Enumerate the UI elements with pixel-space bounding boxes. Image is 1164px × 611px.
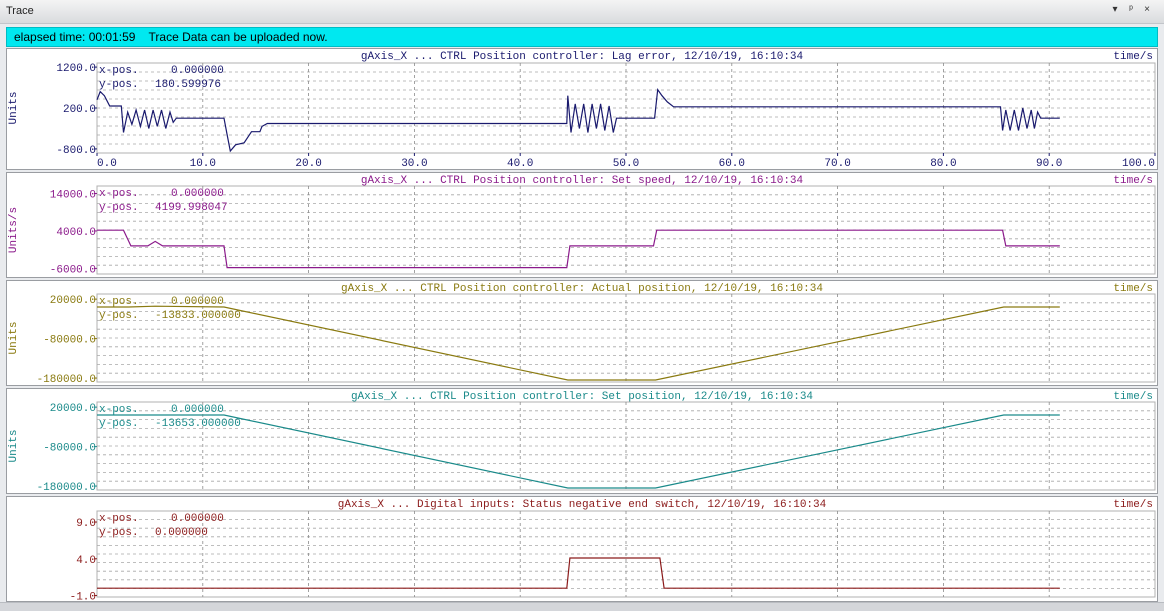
y-tick-label: 200.0 [63, 104, 96, 116]
elapsed-time: elapsed time: 00:01:59 [14, 30, 136, 44]
y-axis-label: Units [8, 321, 20, 354]
y-tick-label: -180000.0 [37, 374, 96, 385]
cursor-x-value: 0.000000 [171, 188, 224, 200]
trace-panel-2[interactable]: gAxis_X ... CTRL Position controller: Se… [6, 172, 1158, 278]
window-titlebar: Trace ▾ ᵖ × [0, 0, 1164, 24]
y-tick-label: 1200.0 [56, 63, 96, 75]
y-tick-label: -180000.0 [37, 482, 96, 493]
y-tick-label: 14000.0 [50, 189, 96, 201]
time-unit-label: time/s [1113, 283, 1153, 295]
pin-icon[interactable]: ᵖ [1124, 4, 1138, 15]
cursor-y-readout: y-pos. 180.599976 [99, 79, 221, 91]
cursor-y-readout: y-pos. -13653.000000 [99, 418, 241, 430]
time-unit-label: time/s [1113, 499, 1153, 511]
y-tick-label: -6000.0 [50, 264, 96, 276]
cursor-y-label: y-pos. [99, 79, 139, 91]
cursor-y-value: -13653.000000 [155, 418, 241, 430]
x-tick-label: 100.0 [1122, 158, 1155, 169]
x-tick-label: 20.0 [295, 158, 321, 169]
time-unit-label: time/s [1113, 175, 1153, 187]
x-tick-label: 40.0 [507, 158, 533, 169]
x-tick-label: 30.0 [401, 158, 427, 169]
y-tick-label: 4000.0 [56, 227, 96, 239]
cursor-y-readout: y-pos. 4199.998047 [99, 202, 228, 214]
x-tick-label: 10.0 [190, 158, 216, 169]
cursor-y-value: 180.599976 [155, 79, 221, 91]
chart-title: gAxis_X ... CTRL Position controller: Se… [361, 175, 804, 187]
trace-panel-1[interactable]: gAxis_X ... CTRL Position controller: La… [6, 48, 1158, 170]
trace-chart-4[interactable]: gAxis_X ... CTRL Position controller: Se… [7, 389, 1157, 493]
y-tick-label: 20000.0 [50, 403, 96, 415]
y-tick-label: 4.0 [76, 555, 96, 567]
cursor-y-value: -13833.000000 [155, 310, 241, 322]
trace-panel-5[interactable]: gAxis_X ... Digital inputs: Status negat… [6, 496, 1158, 602]
trace-chart-3[interactable]: gAxis_X ... CTRL Position controller: Ac… [7, 281, 1157, 385]
y-axis-label: Units/s [8, 207, 20, 253]
cursor-x-label: x-pos. [99, 404, 139, 416]
cursor-y-label: y-pos. [99, 527, 139, 539]
trace-panel-4[interactable]: gAxis_X ... CTRL Position controller: Se… [6, 388, 1158, 494]
x-tick-label: 60.0 [719, 158, 745, 169]
x-tick-label: 70.0 [824, 158, 850, 169]
cursor-x-label: x-pos. [99, 296, 139, 308]
time-unit-label: time/s [1113, 51, 1153, 63]
trace-chart-5[interactable]: gAxis_X ... Digital inputs: Status negat… [7, 497, 1157, 601]
y-axis-label: Units [8, 91, 20, 124]
y-tick-label: -1.0 [70, 592, 96, 601]
menu-dropdown-icon[interactable]: ▾ [1108, 4, 1122, 15]
cursor-x-value: 0.000000 [171, 513, 224, 525]
y-tick-label: 20000.0 [50, 295, 96, 307]
chart-title: gAxis_X ... CTRL Position controller: La… [361, 51, 804, 63]
close-icon[interactable]: × [1140, 4, 1154, 15]
cursor-y-label: y-pos. [99, 418, 139, 430]
x-tick-label: 0.0 [97, 158, 117, 169]
cursor-x-value: 0.000000 [171, 404, 224, 416]
status-message: Trace Data can be uploaded now. [148, 30, 328, 44]
cursor-y-value: 0.000000 [155, 527, 208, 539]
x-tick-label: 90.0 [1036, 158, 1062, 169]
chart-title: gAxis_X ... CTRL Position controller: Se… [351, 391, 813, 403]
cursor-x-label: x-pos. [99, 188, 139, 200]
chart-title: gAxis_X ... CTRL Position controller: Ac… [341, 283, 823, 295]
y-tick-label: -800.0 [56, 145, 96, 157]
window-title: Trace [6, 5, 34, 17]
cursor-x-value: 0.000000 [171, 296, 224, 308]
x-tick-label: 50.0 [613, 158, 639, 169]
cursor-y-label: y-pos. [99, 202, 139, 214]
y-tick-label: 9.0 [76, 518, 96, 530]
cursor-y-label: y-pos. [99, 310, 139, 322]
cursor-y-value: 4199.998047 [155, 202, 228, 214]
cursor-x-label: x-pos. [99, 65, 139, 77]
status-bar: elapsed time: 00:01:59 Trace Data can be… [6, 27, 1158, 47]
trace-panel-3[interactable]: gAxis_X ... CTRL Position controller: Ac… [6, 280, 1158, 386]
y-tick-label: -80000.0 [43, 443, 96, 455]
trace-chart-1[interactable]: gAxis_X ... CTRL Position controller: La… [7, 49, 1157, 169]
cursor-x-value: 0.000000 [171, 65, 224, 77]
cursor-y-readout: y-pos. -13833.000000 [99, 310, 241, 322]
trace-chart-2[interactable]: gAxis_X ... CTRL Position controller: Se… [7, 173, 1157, 277]
x-tick-label: 80.0 [930, 158, 956, 169]
chart-title: gAxis_X ... Digital inputs: Status negat… [338, 499, 827, 511]
cursor-x-label: x-pos. [99, 513, 139, 525]
time-unit-label: time/s [1113, 391, 1153, 403]
y-axis-label: Units [8, 429, 20, 462]
y-tick-label: -80000.0 [43, 335, 96, 347]
